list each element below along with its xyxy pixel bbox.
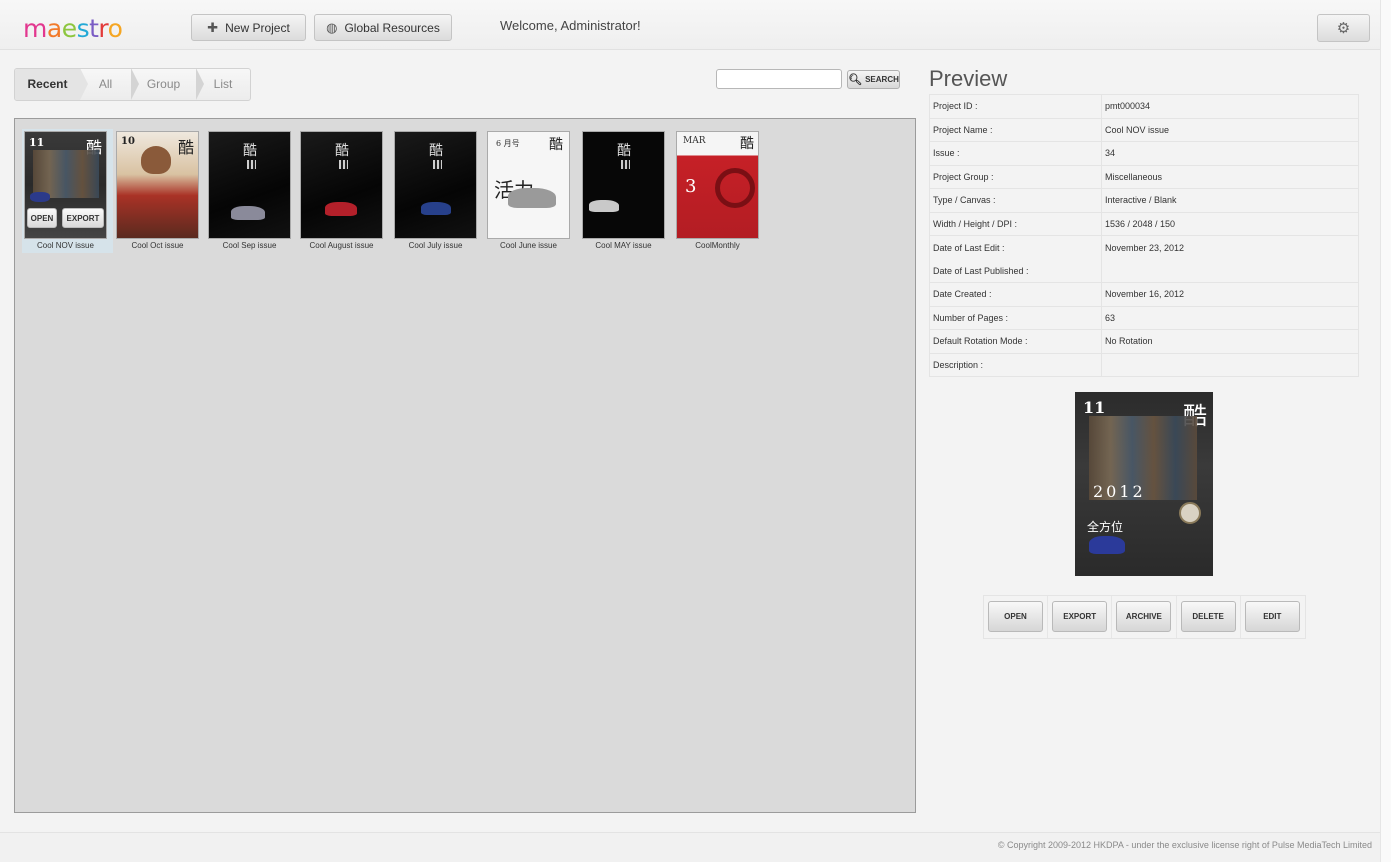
open-button[interactable]: OPEN xyxy=(988,601,1043,632)
project-thumbnail[interactable]: 6 月号 酷 活力 xyxy=(487,131,570,239)
view-tabs: Recent All Group List xyxy=(14,68,251,101)
detail-value: Interactive / Blank xyxy=(1101,188,1359,213)
detail-value: 63 xyxy=(1101,305,1359,330)
tile-open-button[interactable]: OPEN xyxy=(27,208,57,228)
archive-button[interactable]: ARCHIVE xyxy=(1116,601,1172,632)
global-resources-label: Global Resources xyxy=(344,20,440,35)
detail-key: Width / Height / DPI : xyxy=(929,211,1102,236)
search-input[interactable] xyxy=(716,69,842,89)
project-label: CoolMonthly xyxy=(695,241,740,250)
magnifier-icon: 🔍︎ xyxy=(848,74,863,86)
project-label: Cool NOV issue xyxy=(37,241,94,250)
project-thumbnail[interactable]: 酷 xyxy=(394,131,477,239)
edit-button[interactable]: EDIT xyxy=(1244,601,1300,632)
export-button[interactable]: EXPORT xyxy=(1052,601,1108,632)
tab-group[interactable]: Group xyxy=(131,69,204,100)
detail-value: No Rotation xyxy=(1101,329,1359,354)
detail-value: Miscellaneous xyxy=(1101,164,1359,189)
project-thumbnail[interactable]: MAR 酷 3 xyxy=(676,131,759,239)
project-label: Cool MAY issue xyxy=(595,241,652,250)
footer: © Copyright 2009-2012 HKDPA - under the … xyxy=(0,832,1380,862)
search-button-label: SEARCH xyxy=(865,75,899,84)
project-thumbnail[interactable]: 10 酷 xyxy=(116,131,199,239)
top-header: maestro ✚ New Project ◍ Global Resources… xyxy=(0,0,1380,50)
detail-key: Project ID : xyxy=(929,94,1102,119)
detail-key: Number of Pages : xyxy=(929,305,1102,330)
tab-recent[interactable]: Recent xyxy=(15,69,88,100)
detail-key: Date of Last Published : xyxy=(929,259,1102,283)
project-tile-cool-nov-issue[interactable]: 11 酷 OPEN EXPORT Cool NOV issue xyxy=(22,129,113,253)
project-tile-cool-sep-issue[interactable]: 酷 Cool Sep issue xyxy=(206,129,297,253)
project-thumbnail[interactable]: 酷 xyxy=(582,131,665,239)
tile-export-button[interactable]: EXPORT xyxy=(62,208,104,228)
preview-actions: OPEN EXPORT ARCHIVE DELETE EDIT xyxy=(983,595,1306,639)
project-label: Cool June issue xyxy=(500,241,557,250)
detail-value: November 23, 2012 xyxy=(1101,235,1359,259)
detail-key: Type / Canvas : xyxy=(929,188,1102,213)
project-thumbnail[interactable]: 酷 xyxy=(208,131,291,239)
maestro-logo[interactable]: maestro xyxy=(23,14,123,44)
plus-icon: ✚ xyxy=(207,19,219,35)
project-label: Cool Oct issue xyxy=(131,241,184,250)
new-project-label: New Project xyxy=(225,20,290,35)
detail-value: pmt000034 xyxy=(1101,94,1359,119)
project-tile-cool-august-issue[interactable]: 酷 Cool August issue xyxy=(298,129,389,253)
gear-icon: ⚙ xyxy=(1336,20,1351,37)
detail-value: 34 xyxy=(1101,141,1359,166)
detail-key: Description : xyxy=(929,352,1102,377)
project-tile-coolmonthly[interactable]: MAR 酷 3 CoolMonthly xyxy=(674,129,765,253)
project-grid: 11 酷 OPEN EXPORT Cool NOV issue 10 酷 Coo… xyxy=(14,118,916,813)
detail-value xyxy=(1101,259,1359,283)
project-label: Cool July issue xyxy=(408,241,463,250)
project-label: Cool August issue xyxy=(309,241,374,250)
preview-cover-image: 11 酷 2012 全方位 xyxy=(1075,392,1213,576)
detail-value: Cool NOV issue xyxy=(1101,117,1359,142)
detail-value: November 16, 2012 xyxy=(1101,282,1359,307)
delete-button[interactable]: DELETE xyxy=(1180,601,1236,632)
new-project-button[interactable]: ✚ New Project xyxy=(191,14,306,41)
welcome-text: Welcome, Administrator! xyxy=(500,18,641,33)
detail-key: Project Group : xyxy=(929,164,1102,189)
settings-button[interactable]: ⚙ xyxy=(1317,14,1370,42)
detail-value xyxy=(1101,352,1359,377)
detail-value: 1536 / 2048 / 150 xyxy=(1101,211,1359,236)
detail-key: Date of Last Edit : xyxy=(929,235,1102,259)
detail-key: Issue : xyxy=(929,141,1102,166)
detail-key: Default Rotation Mode : xyxy=(929,329,1102,354)
globe-icon: ◍ xyxy=(326,19,338,35)
project-tile-cool-may-issue[interactable]: 酷 Cool MAY issue xyxy=(580,129,671,253)
global-resources-button[interactable]: ◍ Global Resources xyxy=(314,14,452,41)
detail-key: Date Created : xyxy=(929,282,1102,307)
tab-list[interactable]: List xyxy=(196,69,250,100)
project-thumbnail[interactable]: 酷 xyxy=(300,131,383,239)
project-tile-cool-june-issue[interactable]: 6 月号 酷 活力 Cool June issue xyxy=(485,129,576,253)
detail-key: Project Name : xyxy=(929,117,1102,142)
project-tile-cool-oct-issue[interactable]: 10 酷 Cool Oct issue xyxy=(114,129,205,253)
preview-title: Preview xyxy=(929,66,1008,91)
project-details-table: Project ID : pmt000034 Project Name : Cool… xyxy=(929,94,1359,377)
project-label: Cool Sep issue xyxy=(222,241,277,250)
project-tile-cool-july-issue[interactable]: 酷 Cool July issue xyxy=(392,129,483,253)
copyright-text: © Copyright 2009-2012 HKDPA - under the … xyxy=(997,840,1372,850)
page-scrollbar[interactable] xyxy=(1380,0,1391,862)
search-button[interactable]: 🔍︎ SEARCH xyxy=(847,70,900,89)
